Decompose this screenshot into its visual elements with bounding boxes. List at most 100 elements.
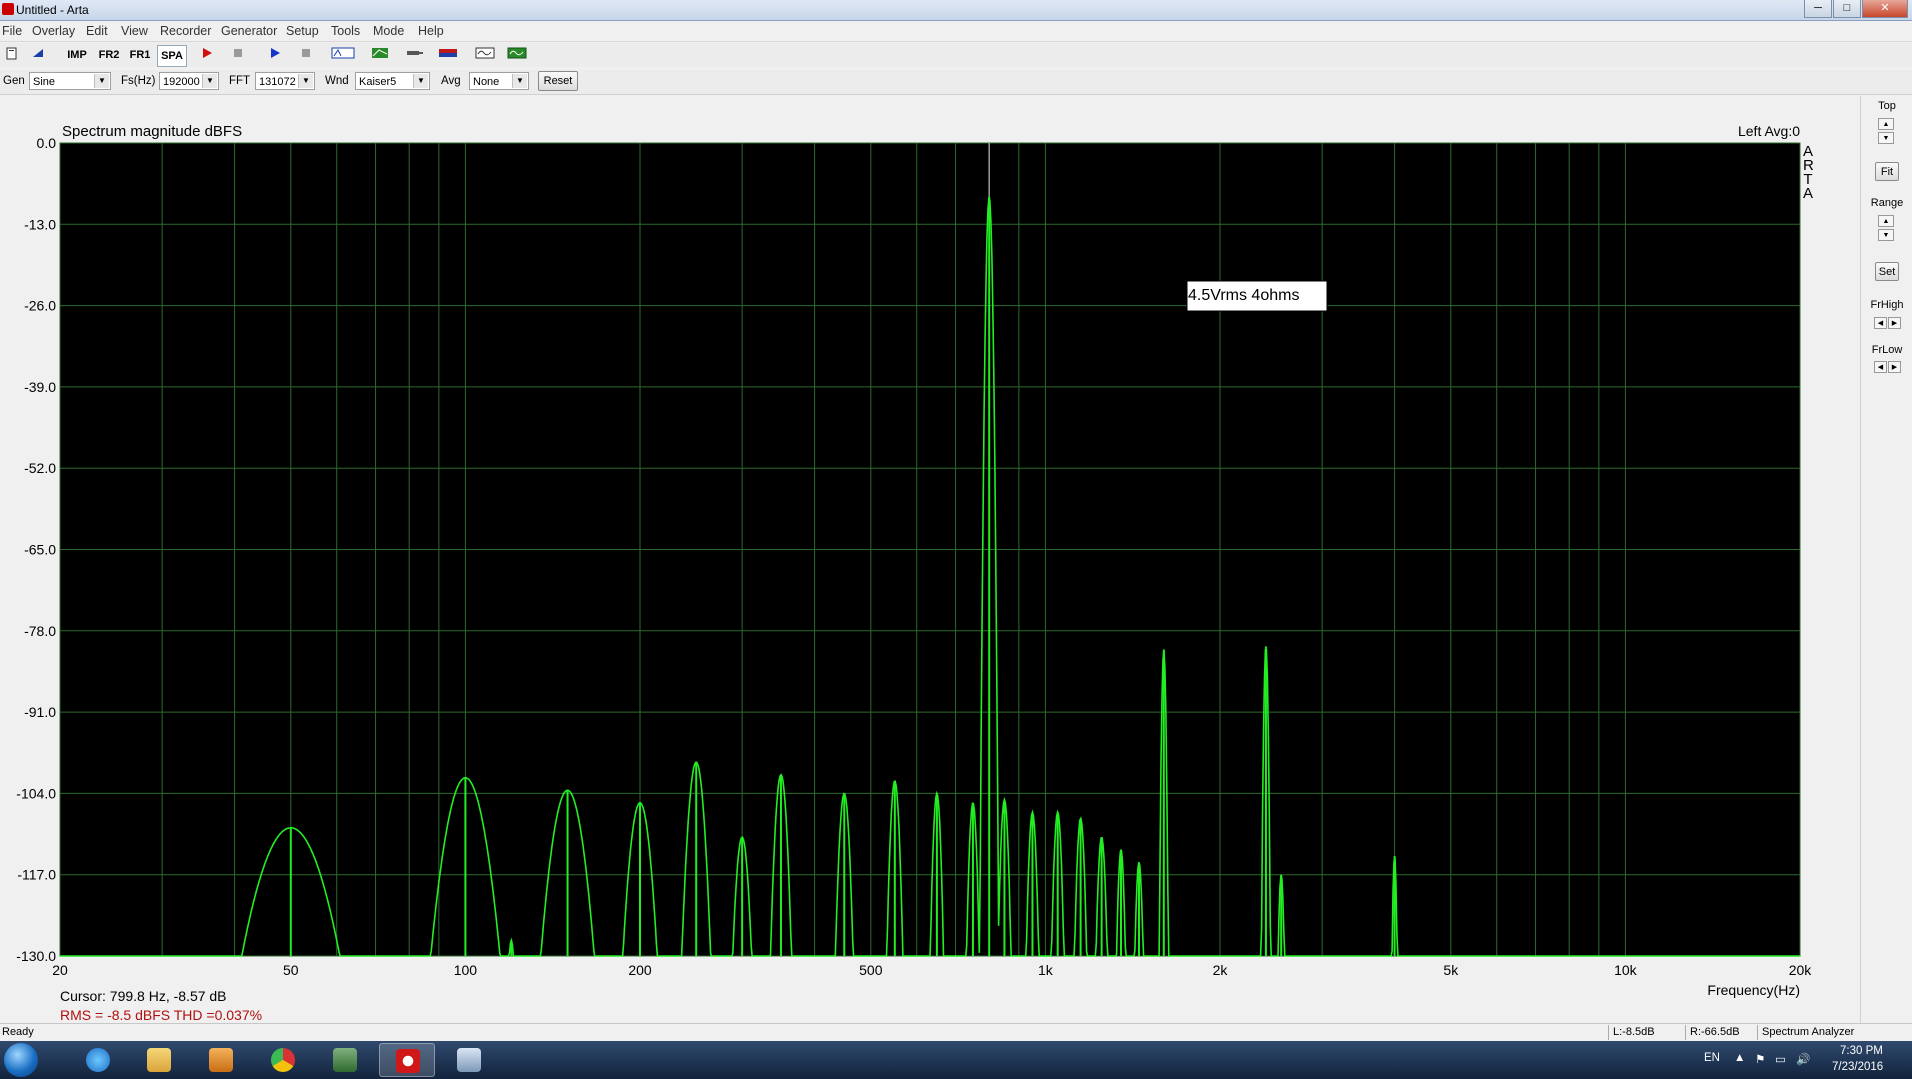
x-tick-label: 200 <box>628 962 652 978</box>
menu-help[interactable]: Help <box>418 24 444 38</box>
fft-size-select[interactable]: 131072 ▼ <box>255 72 315 90</box>
chevron-down-icon: ▼ <box>512 74 527 88</box>
label-abc-icon[interactable] <box>330 45 356 65</box>
x-tick-label: 100 <box>454 962 478 978</box>
fr2-mode-button[interactable]: FR2 <box>96 45 122 65</box>
close-button[interactable]: ✕ <box>1862 0 1908 18</box>
left-level-readout: L:-8.5dB <box>1608 1025 1689 1040</box>
taskbar-calculator[interactable] <box>441 1043 497 1077</box>
signal-monitor-icon[interactable] <box>506 45 528 65</box>
window-label: Wnd <box>325 75 349 87</box>
frhigh-right-button[interactable]: ▶ <box>1888 317 1901 329</box>
internet-explorer-icon <box>86 1048 110 1072</box>
y-tick-label: -26.0 <box>24 298 56 314</box>
arta-letter: A <box>1803 185 1814 202</box>
frhigh-label: FrHigh <box>1870 299 1904 311</box>
clock-date[interactable]: 7/23/2016 <box>1832 1061 1883 1073</box>
imp-mode-button[interactable]: IMP <box>64 45 90 65</box>
range-up-button[interactable]: ▲ <box>1878 215 1894 227</box>
y-tick-label: -13.0 <box>24 216 56 232</box>
menu-setup[interactable]: Setup <box>286 24 319 38</box>
clock-time[interactable]: 7:30 PM <box>1840 1045 1883 1057</box>
language-indicator[interactable]: EN <box>1704 1052 1720 1064</box>
top-down-button[interactable]: ▼ <box>1878 132 1894 144</box>
color-scale-icon[interactable] <box>437 45 459 65</box>
folder-icon <box>147 1048 171 1072</box>
tray-chevron-icon[interactable]: ▲ <box>1734 1052 1745 1064</box>
frhigh-left-button[interactable]: ◀ <box>1874 317 1887 329</box>
mode-indicator: Spectrum Analyzer <box>1757 1025 1912 1040</box>
fs-label: Fs(Hz) <box>121 75 156 87</box>
sample-rate-select[interactable]: 192000 ▼ <box>159 72 219 90</box>
menu-generator[interactable]: Generator <box>221 24 277 38</box>
taskbar-app[interactable] <box>317 1043 373 1077</box>
range-down-button[interactable]: ▼ <box>1878 229 1894 241</box>
reset-button[interactable]: Reset <box>538 71 578 91</box>
top-label: Top <box>1878 100 1896 112</box>
probe-icon[interactable] <box>405 45 425 65</box>
title-bar: Untitled - Arta ─ □ ✕ <box>0 0 1912 21</box>
chart-title: Spectrum magnitude dBFS <box>62 123 242 140</box>
chevron-down-icon: ▼ <box>202 74 217 88</box>
y-tick-label: -39.0 <box>24 379 56 395</box>
volume-icon[interactable]: 🔊 <box>1796 1052 1810 1066</box>
scope-icon[interactable] <box>474 45 496 65</box>
menu-mode[interactable]: Mode <box>373 24 404 38</box>
averaging-select[interactable]: None ▼ <box>469 72 529 90</box>
averaging-value: None <box>473 76 500 88</box>
action-center-icon[interactable]: ⚑ <box>1755 1052 1765 1066</box>
monitor-icon <box>333 1048 357 1072</box>
spectrum-plot-panel: 0.0 -13.0 -26.0 -39.0 -52.0 -65.0 -78.0 -91.0 -1… <box>0 96 1858 1028</box>
frlow-right-button[interactable]: ▶ <box>1888 361 1901 373</box>
set-button[interactable]: Set <box>1875 262 1899 281</box>
spa-mode-button[interactable]: SPA <box>157 45 187 67</box>
overlay-icon[interactable] <box>370 45 390 65</box>
arta-icon <box>396 1049 420 1073</box>
status-text: Ready <box>2 1026 34 1038</box>
taskbar-chrome[interactable] <box>255 1043 311 1077</box>
taskbar-arta[interactable] <box>379 1043 435 1077</box>
top-up-button[interactable]: ▲ <box>1878 118 1894 130</box>
minimize-button[interactable]: ─ <box>1804 0 1832 18</box>
taskbar-ie[interactable] <box>70 1043 126 1077</box>
rms-thd-readout: RMS = -8.5 dBFS THD =0.037% <box>60 1007 263 1023</box>
window-value: Kaiser5 <box>359 76 397 88</box>
fit-button[interactable]: Fit <box>1875 162 1899 181</box>
new-file-icon[interactable] <box>4 45 20 65</box>
window-title: Untitled - Arta <box>16 3 89 17</box>
toolbar: IMP FR2 FR1 SPA <box>0 43 1912 67</box>
menu-edit[interactable]: Edit <box>86 24 108 38</box>
window-select[interactable]: Kaiser5 ▼ <box>355 72 430 90</box>
menu-recorder[interactable]: Recorder <box>160 24 211 38</box>
network-icon[interactable]: ▭ <box>1775 1052 1786 1066</box>
y-tick-label: -65.0 <box>24 542 56 558</box>
fr1-mode-button[interactable]: FR1 <box>127 45 153 65</box>
spectrum-chart[interactable]: 0.0 -13.0 -26.0 -39.0 -52.0 -65.0 -78.0 -91.0 -1… <box>0 96 1858 1028</box>
menu-file[interactable]: File <box>2 24 22 38</box>
menu-bar: File Overlay Edit View Recorder Generato… <box>0 21 1912 42</box>
taskbar-media[interactable] <box>193 1043 249 1077</box>
record-play-icon[interactable] <box>199 45 215 65</box>
start-button[interactable] <box>4 1043 38 1077</box>
status-bar: Ready L:-8.5dB R:-66.5dB Spectrum Analyz… <box>0 1023 1912 1042</box>
menu-overlay[interactable]: Overlay <box>32 24 75 38</box>
open-file-icon[interactable] <box>30 45 46 65</box>
menu-view[interactable]: View <box>121 24 148 38</box>
chevron-down-icon: ▼ <box>94 74 109 88</box>
y-tick-label: -130.0 <box>16 948 56 964</box>
generator-play-icon[interactable] <box>267 45 283 65</box>
maximize-button[interactable]: □ <box>1833 0 1861 18</box>
generator-stop-icon[interactable] <box>298 45 314 65</box>
gen-label: Gen <box>3 75 25 87</box>
frlow-left-button[interactable]: ◀ <box>1874 361 1887 373</box>
generator-select[interactable]: Sine ▼ <box>29 72 111 90</box>
menu-tools[interactable]: Tools <box>331 24 360 38</box>
x-tick-label: 500 <box>859 962 883 978</box>
taskbar: EN ▲ ⚑ ▭ 🔊 7:30 PM 7/23/2016 <box>0 1041 1912 1079</box>
range-label: Range <box>1870 197 1904 209</box>
window-controls: ─ □ ✕ <box>1804 0 1908 18</box>
taskbar-explorer[interactable] <box>131 1043 187 1077</box>
x-tick-label: 20 <box>52 962 68 978</box>
calculator-icon <box>457 1048 481 1072</box>
record-stop-icon[interactable] <box>230 45 246 65</box>
